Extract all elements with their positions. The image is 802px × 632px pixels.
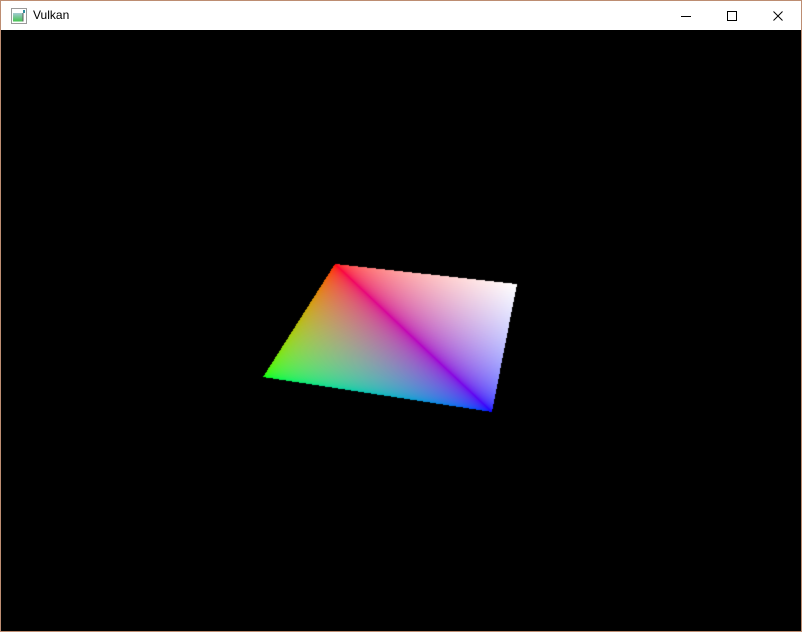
vulkan-viewport (1, 30, 801, 631)
minimize-button[interactable] (663, 1, 709, 30)
window-controls (663, 1, 801, 30)
minimize-icon (681, 15, 691, 17)
close-button[interactable] (755, 1, 801, 30)
app-icon[interactable] (11, 7, 27, 24)
window-title: Vulkan (33, 8, 70, 22)
maximize-button[interactable] (709, 1, 755, 30)
titlebar[interactable]: Vulkan (1, 1, 801, 30)
app-window: Vulkan (0, 0, 802, 632)
viewport-area (1, 30, 801, 631)
maximize-icon (727, 10, 737, 21)
close-icon (773, 10, 783, 21)
